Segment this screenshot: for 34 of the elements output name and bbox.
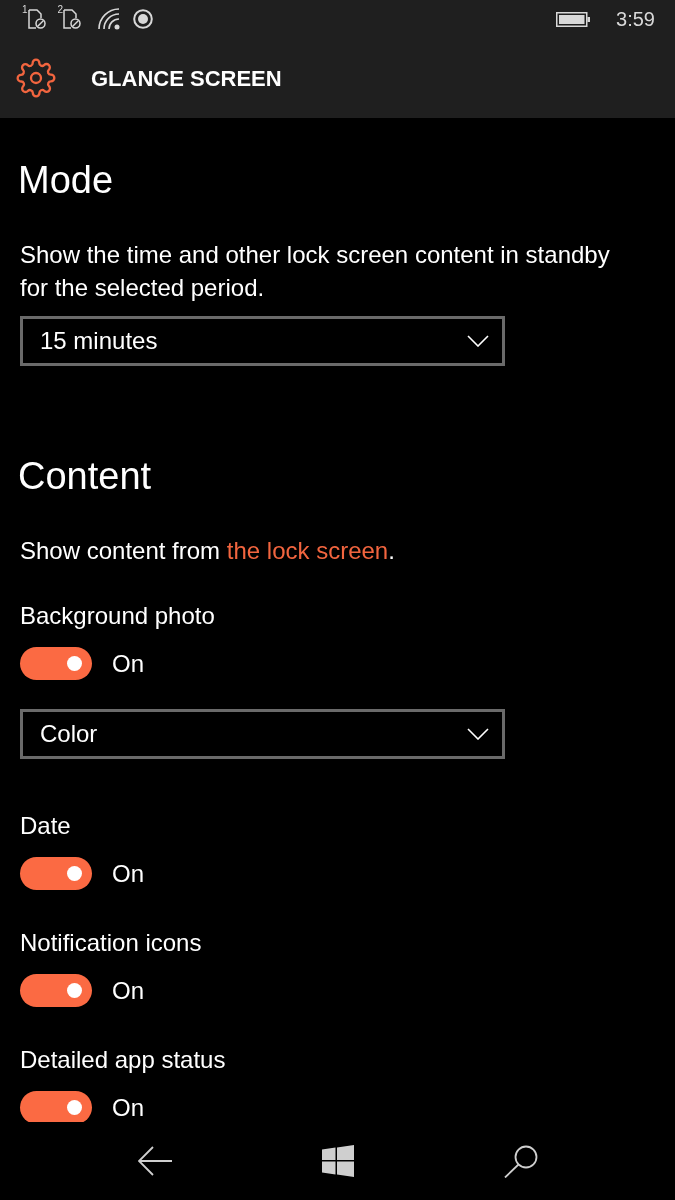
windows-logo-icon[interactable] xyxy=(321,1145,354,1177)
sim-card-icon xyxy=(27,9,46,29)
search-icon[interactable] xyxy=(503,1144,538,1178)
dropdown-field[interactable]: 15 minutes xyxy=(20,316,505,366)
dropdown-field[interactable]: Color xyxy=(20,709,505,759)
toggle-switch[interactable] xyxy=(20,974,92,1007)
sim-slot-number: 1 xyxy=(22,5,28,15)
toggle-state-label: On xyxy=(112,979,144,1002)
description-text: Show content from the lock screen. xyxy=(20,536,396,566)
wifi-signal-icon xyxy=(97,7,122,31)
settings-icon xyxy=(16,58,56,98)
description-text: Show the time and other lock screen content in standby for the selected period. xyxy=(20,240,611,303)
battery-icon xyxy=(556,11,591,27)
section-heading: Mode xyxy=(18,158,115,202)
toggle-switch[interactable] xyxy=(20,1091,92,1122)
section-heading: Content xyxy=(18,454,153,498)
sim-card-icon xyxy=(63,9,82,29)
toggle-state-label: On xyxy=(112,1096,144,1119)
ring-dot-icon xyxy=(133,9,154,29)
clock-time: 3:59 xyxy=(616,7,655,32)
chevron-down-icon xyxy=(467,728,489,740)
setting-label: Detailed app status xyxy=(20,1045,227,1075)
lock-screen-link[interactable]: the lock screen xyxy=(226,537,389,564)
chevron-down-icon xyxy=(467,335,489,347)
page-title: GLANCE SCREEN xyxy=(91,64,282,93)
toggle-switch[interactable] xyxy=(20,857,92,890)
sim-slot-number: 2 xyxy=(57,5,64,15)
setting-label: Background photo xyxy=(20,601,216,631)
toggle-state-label: On xyxy=(112,652,144,675)
toggle-switch[interactable] xyxy=(20,647,92,680)
setting-label: Date xyxy=(20,811,72,841)
back-arrow-icon[interactable] xyxy=(137,1146,172,1176)
setting-label: Notification icons xyxy=(20,928,203,958)
toggle-state-label: On xyxy=(112,862,144,885)
